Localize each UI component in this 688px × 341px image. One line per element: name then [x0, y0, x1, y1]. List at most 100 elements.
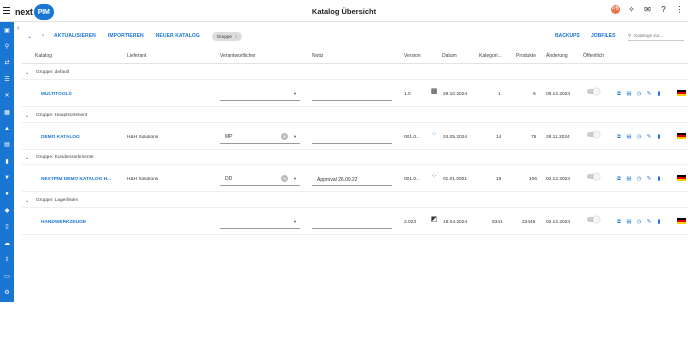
- dots-thumbnail-icon: ⁘: [431, 131, 437, 138]
- history-icon[interactable]: ◷: [636, 91, 642, 97]
- expand-icon[interactable]: ›: [42, 33, 44, 39]
- filter-icon[interactable]: ▼: [0, 170, 14, 186]
- chevron-down-icon[interactable]: ⌄: [25, 155, 29, 161]
- search-icon[interactable]: ⚲: [0, 38, 14, 54]
- public-toggle[interactable]: [587, 173, 600, 180]
- table-row[interactable]: MULTITOOLS ▼ 1.0 ▩ 29.10.2024 1 6 09.12.…: [22, 81, 688, 107]
- details-icon[interactable]: ▤: [626, 91, 632, 97]
- toggle-knob: [593, 88, 600, 95]
- delete-icon[interactable]: ▮: [656, 91, 662, 97]
- copy-icon[interactable]: ⧉: [616, 91, 622, 97]
- col-catalog[interactable]: Katalog: [35, 53, 52, 59]
- owner-select[interactable]: DD ✕ ▼: [220, 172, 300, 186]
- warning-icon[interactable]: ▲: [0, 120, 14, 136]
- people-icon[interactable]: ●: [0, 186, 14, 202]
- refresh-button[interactable]: AKTUALISIEREN: [54, 33, 96, 39]
- copy-icon[interactable]: ⧉: [616, 134, 622, 140]
- group-chip[interactable]: Gruppe ↑: [211, 31, 243, 41]
- public-toggle[interactable]: [587, 216, 600, 223]
- delete-icon[interactable]: ▮: [656, 219, 662, 225]
- grid-icon[interactable]: ▦: [0, 104, 14, 120]
- catalog-name-link[interactable]: HANDWERKZEUGE: [41, 220, 86, 225]
- col-version[interactable]: Version: [404, 53, 421, 59]
- col-note[interactable]: Notiz: [312, 53, 323, 59]
- upload-icon[interactable]: ⇧: [0, 251, 14, 267]
- details-icon[interactable]: ▤: [626, 219, 632, 225]
- group-row[interactable]: ⌄ Gruppe: default: [22, 66, 688, 80]
- owner-select[interactable]: MP ✕ ▼: [220, 130, 300, 144]
- user-avatar[interactable]: PB: [611, 5, 620, 14]
- document-icon[interactable]: ▯: [0, 219, 14, 235]
- row-actions: ⧉ ▤ ◷ ✎ ▮: [616, 134, 662, 140]
- tag-icon[interactable]: ◆: [0, 202, 14, 218]
- new-catalog-button[interactable]: NEUER KATALOG: [156, 33, 200, 39]
- chevron-down-icon[interactable]: ⌄: [25, 198, 29, 204]
- back-arrow-icon[interactable]: ‹: [17, 25, 19, 32]
- catalog-name-link[interactable]: MULTITOOLS: [41, 92, 72, 97]
- import-button[interactable]: IMPORTIEREN: [108, 33, 144, 39]
- cloud-icon[interactable]: ☁: [0, 235, 14, 251]
- backups-button[interactable]: BACKUPS: [555, 33, 580, 39]
- help-icon[interactable]: ?: [659, 5, 668, 14]
- history-icon[interactable]: ◷: [636, 134, 642, 140]
- col-owner[interactable]: Verantwortlicher: [220, 53, 256, 59]
- note-input[interactable]: [312, 87, 392, 101]
- edit-icon[interactable]: ✎: [646, 91, 652, 97]
- shuffle-icon[interactable]: ✕: [0, 88, 14, 104]
- more-vert-icon[interactable]: ⋮: [675, 5, 684, 14]
- catalog-name-link[interactable]: DEMO KATALOG: [41, 135, 80, 140]
- copy-icon[interactable]: ⧉: [616, 219, 622, 225]
- history-icon[interactable]: ◷: [636, 176, 642, 182]
- group-row[interactable]: ⌄ Gruppe: Kundensortimente: [22, 151, 688, 165]
- note-input[interactable]: [312, 215, 392, 229]
- catalog-icon[interactable]: ▣: [0, 22, 14, 38]
- chevron-down-icon[interactable]: ⌄: [25, 70, 29, 76]
- edit-icon[interactable]: ✎: [646, 176, 652, 182]
- file-icon[interactable]: ▭: [0, 268, 14, 284]
- list-icon[interactable]: ☰: [0, 71, 14, 87]
- col-public[interactable]: Öffentlich: [583, 53, 604, 59]
- edit-icon[interactable]: ✎: [646, 219, 652, 225]
- delete-icon[interactable]: ▮: [656, 134, 662, 140]
- chevron-down-icon[interactable]: ⌄: [25, 113, 29, 119]
- app-logo[interactable]: next PIM: [15, 4, 54, 20]
- menu-icon[interactable]: [3, 7, 10, 14]
- copy-icon[interactable]: ⧉: [616, 176, 622, 182]
- clear-icon[interactable]: ✕: [281, 133, 288, 140]
- note-input[interactable]: Approval 26.09.22: [312, 172, 392, 186]
- details-icon[interactable]: ▤: [626, 134, 632, 140]
- details-icon[interactable]: ▤: [626, 176, 632, 182]
- group-row[interactable]: ⌄ Gruppe: Hauptsortiment: [22, 109, 688, 123]
- col-products[interactable]: Produkte: [516, 53, 536, 59]
- note-input[interactable]: [312, 130, 392, 144]
- mail-icon[interactable]: ✉: [643, 5, 652, 14]
- catalog-name-link[interactable]: NEXTPIM DEMO KATALOG H...: [41, 177, 111, 182]
- table-row[interactable]: DEMO KATALOG H&H Solutions MP ✕ ▼ 001.0.…: [22, 124, 688, 150]
- col-changed[interactable]: Änderung: [546, 53, 568, 59]
- pin-icon[interactable]: ✧: [627, 5, 636, 14]
- public-toggle[interactable]: [587, 88, 600, 95]
- collapse-all-icon[interactable]: ⌄: [27, 33, 32, 40]
- edit-icon[interactable]: ✎: [646, 134, 652, 140]
- sync-icon[interactable]: ⇄: [0, 55, 14, 71]
- table-icon[interactable]: ▤: [0, 137, 14, 153]
- dropdown-arrow-icon: ▼: [293, 134, 297, 139]
- clear-icon[interactable]: ✕: [281, 175, 288, 182]
- history-icon[interactable]: ◷: [636, 219, 642, 225]
- german-flag-icon: [677, 175, 686, 181]
- col-categories[interactable]: Kategori...: [479, 53, 502, 59]
- public-toggle[interactable]: [587, 131, 600, 138]
- chart-icon[interactable]: ▮: [0, 153, 14, 169]
- delete-icon[interactable]: ▮: [656, 176, 662, 182]
- table-row[interactable]: HANDWERKZEUGE ▼ 2.023 ◩ 18.04.2024 6341 …: [22, 209, 688, 235]
- search-field[interactable]: ⚲ Kataloge sur...: [628, 31, 684, 41]
- date-cell: 18.04.2024: [443, 220, 468, 225]
- owner-select[interactable]: ▼: [220, 215, 300, 229]
- jobfiles-button[interactable]: JOBFILES: [591, 33, 615, 39]
- col-supplier[interactable]: Lieferant: [127, 53, 146, 59]
- table-row[interactable]: NEXTPIM DEMO KATALOG H... H&H Solutions …: [22, 166, 688, 192]
- owner-select[interactable]: ▼: [220, 87, 300, 101]
- col-date[interactable]: Datum: [442, 53, 457, 59]
- group-row[interactable]: ⌄ Gruppe: Lagerlisten: [22, 194, 688, 208]
- settings-icon[interactable]: ⚙: [0, 284, 14, 300]
